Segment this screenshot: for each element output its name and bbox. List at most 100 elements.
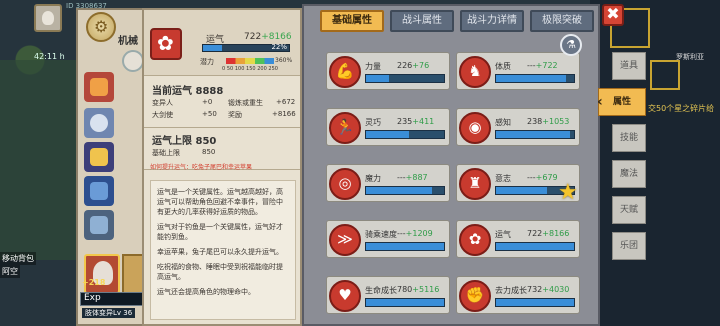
potential-tick: 250 — [268, 66, 278, 72]
attribute-value: 780+5116 — [397, 285, 440, 294]
attribute-bar — [495, 74, 575, 83]
equipment-slot-armor[interactable] — [84, 142, 114, 172]
potential-tick: 50 — [226, 66, 234, 72]
description-box: 运气是一个关键属性。运气越高越好，高运气可以帮助角色回避不幸事件，冒险中有更大的… — [150, 180, 296, 320]
attribute-bar — [365, 242, 445, 251]
attribute-label: 体质 — [495, 62, 511, 71]
player-avatar[interactable] — [34, 4, 62, 32]
game-time: 42:11 h — [34, 52, 65, 61]
attribute-label: 去力成长 — [495, 286, 527, 295]
attribute-bar-fill — [496, 75, 567, 82]
potential-tick: 150 — [246, 66, 256, 72]
attribute-value: 722+8166 — [527, 229, 570, 238]
improve-hint: 如何提升运气：吃兔子尾巴和幸运苹果 — [150, 164, 253, 171]
attribute-value: 226+76 — [397, 61, 430, 70]
eye-icon: ◉ — [459, 112, 491, 144]
equipment-slot-head[interactable] — [84, 72, 114, 102]
description-paragraph: 运气对于钓鱼是一个关键属性，运气好才能钓到鱼。 — [157, 223, 283, 241]
npc-label: 移动背包 — [0, 252, 36, 265]
side-menu-item[interactable]: 道具 — [612, 52, 646, 80]
rank-badge-icon — [86, 12, 116, 42]
potential-tick: 0 — [222, 66, 226, 72]
description-paragraph: 运气是一个关键属性。运气越高越好，高运气可以帮助角色回避不幸事件，冒险中有更大的… — [157, 188, 283, 216]
description-paragraph: 幸运苹果，兔子尾巴可以永久提升运气。 — [157, 248, 283, 256]
current-value-section: 当前运气 8888 变异人 +0 锻炼或重生 +672 大剑使 +50 奖励 +… — [144, 76, 300, 128]
arm-icon: 💪 — [329, 56, 361, 88]
heart-icon: ♥ — [329, 280, 361, 312]
detail-progress-bar: 22% — [202, 43, 290, 52]
limit-title: 运气上限 850 — [152, 136, 217, 147]
npc-name: 罗斯利亚 — [676, 53, 704, 61]
body-icon: ♞ — [459, 56, 491, 88]
side-menu-item[interactable]: 魔法 — [612, 160, 646, 188]
close-button[interactable]: ✖ — [602, 4, 624, 26]
role-switch-button[interactable] — [122, 50, 144, 72]
magic-icon: ◎ — [329, 168, 361, 200]
equipment-slot-amulet[interactable] — [84, 108, 114, 138]
portrait-level: +218 — [82, 278, 106, 287]
row-value: +672 — [276, 98, 296, 106]
attribute-bar — [365, 130, 445, 139]
potential-label: 潜力 — [200, 58, 214, 66]
npc-label: 阿空 — [0, 265, 20, 278]
attribute-card[interactable]: ≫ 骑乘速度 ---+1209 — [326, 220, 450, 258]
attribute-bar-fill — [366, 299, 444, 306]
attribute-card[interactable]: 🏃 灵巧 235+411 — [326, 108, 450, 146]
attribute-label: 力量 — [365, 62, 381, 71]
attribute-card[interactable]: ♥ 生命成长 780+5116 — [326, 276, 450, 314]
attribute-bar — [365, 74, 445, 83]
attribute-value: 238+1053 — [527, 117, 570, 126]
row-key: 锻炼或重生 — [228, 99, 263, 107]
row-value: +50 — [202, 110, 217, 118]
attribute-value: ---+722 — [527, 61, 558, 70]
equipment-slot-boots[interactable] — [84, 210, 114, 240]
attribute-card[interactable]: ✿ 运气 722+8166 — [456, 220, 580, 258]
side-menu-item[interactable]: 技能 — [612, 124, 646, 152]
current-value-title: 当前运气 8888 — [152, 86, 224, 97]
attribute-bar-fill — [366, 75, 390, 82]
attribute-card[interactable]: ♞ 体质 ---+722 — [456, 52, 580, 90]
attribute-bar-fill — [366, 243, 444, 250]
attribute-bar — [365, 298, 445, 307]
map-background — [590, 0, 720, 326]
side-menu-item[interactable]: 天赋 — [612, 196, 646, 224]
attribute-label: 骑乘速度 — [365, 230, 397, 239]
tab-limit-break[interactable]: 极限突破 — [530, 10, 594, 32]
attribute-label: 运气 — [495, 230, 511, 239]
attribute-card[interactable]: ◉ 感知 238+1053 — [456, 108, 580, 146]
attribute-bar-fill — [496, 131, 571, 138]
side-menu-item[interactable]: 属性 — [597, 88, 646, 116]
attribute-bar — [495, 130, 575, 139]
tab-power-details[interactable]: 战斗力详情 — [460, 10, 524, 32]
side-menu-item[interactable]: 乐团 — [612, 232, 646, 260]
attribute-value: ---+679 — [527, 173, 558, 182]
attribute-value: 732+4030 — [527, 285, 570, 294]
row-key: 变异人 — [152, 99, 173, 107]
attribute-value: ---+887 — [397, 173, 428, 182]
tab-basic[interactable]: 基础属性 — [320, 10, 384, 32]
potion-icon[interactable]: ⚗ — [560, 34, 582, 56]
attribute-bar-fill — [496, 187, 547, 194]
character-name: 机械 — [118, 36, 138, 47]
equipment-slot-cloak[interactable] — [84, 176, 114, 206]
attribute-bar — [365, 186, 445, 195]
star-icon[interactable]: ★ — [558, 182, 582, 206]
attribute-card[interactable]: 💪 力量 226+76 — [326, 52, 450, 90]
character-portrait[interactable] — [84, 254, 120, 294]
description-paragraph: 吃祝福的食物、睡眠中受到祝福能临时提高运气。 — [157, 263, 283, 281]
will-icon: ♜ — [459, 168, 491, 200]
row-value: 850 — [202, 148, 216, 156]
attribute-bar-fill — [496, 299, 574, 306]
attribute-card[interactable]: ✊ 去力成长 732+4030 — [456, 276, 580, 314]
tab-combat[interactable]: 战斗属性 — [390, 10, 454, 32]
tab-bar: 基础属性 战斗属性 战斗力详情 极限突破 — [316, 8, 596, 34]
attribute-card[interactable]: ◎ 魔力 ---+887 — [326, 164, 450, 202]
exp-label: Exp — [84, 293, 101, 303]
attribute-label: 魔力 — [365, 174, 381, 183]
potential-ticks: 0 50 100 150 200 250 — [222, 66, 278, 72]
row-key: 基础上限 — [152, 149, 180, 157]
map-room — [650, 60, 680, 90]
attribute-bar — [495, 298, 575, 307]
attribute-label: 意志 — [495, 174, 511, 183]
attribute-bar-fill — [366, 131, 409, 138]
